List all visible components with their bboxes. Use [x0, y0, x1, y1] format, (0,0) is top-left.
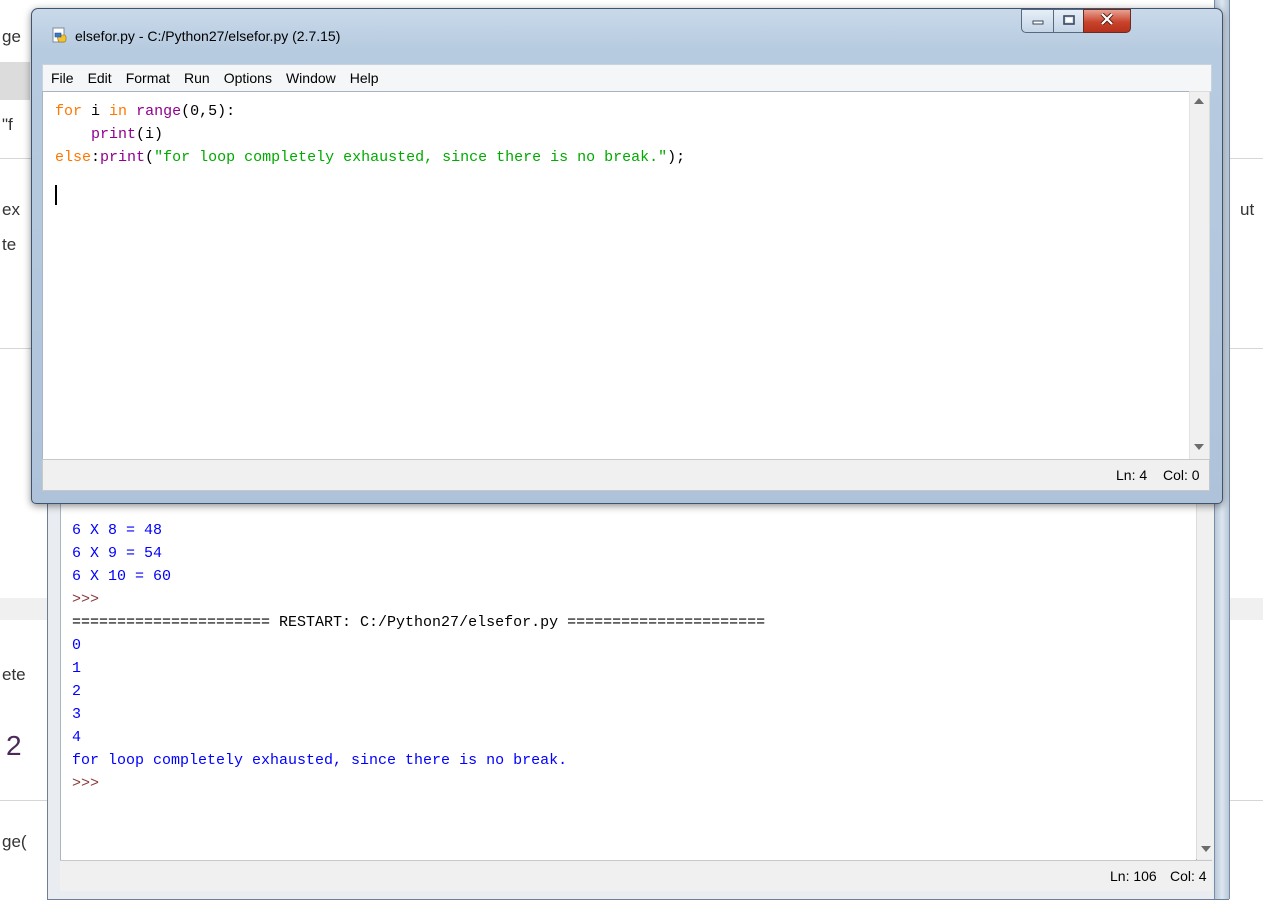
- code-token: (0,5):: [181, 103, 236, 120]
- editor-scrollbar[interactable]: [1189, 91, 1210, 460]
- code-line-2: print(i): [55, 123, 163, 146]
- indent-token: [55, 126, 91, 143]
- keyword-token: for: [55, 103, 83, 120]
- scroll-down-arrow-icon[interactable]: [1194, 444, 1204, 450]
- shell-run-output: 0: [72, 637, 82, 654]
- bg-fragment-8: ge(: [2, 832, 27, 851]
- builtin-token: print: [91, 126, 137, 143]
- keyword-token: in: [109, 103, 128, 120]
- shell-run-output: 2: [72, 683, 82, 700]
- builtin-token: range: [136, 103, 182, 120]
- minimize-button[interactable]: [1021, 9, 1053, 33]
- shell-status-bar: Ln: 106 Col: 4: [60, 860, 1212, 891]
- scroll-up-arrow-icon[interactable]: [1194, 98, 1204, 104]
- shell-run-output: 3: [72, 706, 82, 723]
- editor-status-line: Ln: 4: [1116, 467, 1148, 483]
- python-file-icon: [51, 27, 69, 45]
- minimize-icon: [1032, 12, 1044, 30]
- string-token: "for loop completely exhausted, since th…: [154, 149, 668, 166]
- code-editor[interactable]: for i in range(0,5): print(i) else:print…: [42, 91, 1190, 460]
- shell-status-line: Ln: 106: [1110, 868, 1157, 884]
- shell-output-line: 6 X 10 = 60: [72, 568, 172, 585]
- code-token: (i): [136, 126, 164, 143]
- menu-run[interactable]: Run: [176, 70, 216, 86]
- shell-scrollbar[interactable]: [1196, 490, 1214, 859]
- editor-window: elsefor.py - C:/Python27/elsefor.py (2.7…: [31, 8, 1223, 504]
- menu-bar: File Edit Format Run Options Window Help: [42, 64, 1212, 92]
- maximize-icon: [1062, 12, 1075, 30]
- shell-output-area[interactable]: 6 X 7 = 42 6 X 8 = 48 6 X 9 = 54 6 X 10 …: [60, 490, 1197, 861]
- maximize-button[interactable]: [1053, 9, 1083, 33]
- shell-run-output: for loop completely exhausted, since the…: [72, 752, 568, 769]
- bg-fragment-7: 2: [6, 730, 22, 761]
- close-button[interactable]: [1083, 9, 1131, 33]
- editor-status-bar: Ln: 4 Col: 0: [42, 459, 1210, 491]
- bg-fragment-1: ge: [2, 27, 21, 46]
- bg-band-top: [0, 62, 30, 100]
- shell-status-col: Col: 4: [1170, 868, 1207, 884]
- keyword-token: else: [55, 149, 92, 166]
- menu-options[interactable]: Options: [216, 70, 278, 86]
- bg-fragment-6: ete: [2, 665, 26, 684]
- bg-fragment-2: "f: [2, 115, 13, 134]
- code-token: :: [91, 149, 101, 166]
- menu-window[interactable]: Window: [278, 70, 342, 86]
- shell-restart-line: ====================== RESTART: C:/Pytho…: [72, 614, 766, 631]
- window-title: elsefor.py - C:/Python27/elsefor.py (2.7…: [75, 28, 341, 44]
- close-icon: [1100, 12, 1114, 30]
- builtin-token: print: [100, 149, 146, 166]
- menu-edit[interactable]: Edit: [80, 70, 118, 86]
- shell-output-line: 6 X 9 = 54: [72, 545, 163, 562]
- menu-format[interactable]: Format: [118, 70, 176, 86]
- shell-run-output: 4: [72, 729, 82, 746]
- editor-status-col: Col: 0: [1163, 467, 1200, 483]
- code-line-1: for i in range(0,5):: [55, 100, 235, 123]
- shell-output-line: 6 X 8 = 48: [72, 522, 163, 539]
- bg-fragment-3: ex: [2, 200, 20, 219]
- code-token: );: [667, 149, 686, 166]
- text-cursor: [55, 185, 57, 205]
- menu-file[interactable]: File: [43, 70, 80, 86]
- code-token: i: [82, 103, 110, 120]
- code-line-3: else:print("for loop completely exhauste…: [55, 146, 685, 169]
- menu-help[interactable]: Help: [342, 70, 385, 86]
- bg-fragment-5: ut: [1240, 200, 1255, 219]
- bg-fragment-4: te: [2, 235, 17, 254]
- shell-run-output: 1: [72, 660, 82, 677]
- shell-final-prompt: >>>: [72, 775, 100, 792]
- scroll-down-arrow-icon[interactable]: [1201, 846, 1211, 852]
- code-token: (: [145, 149, 155, 166]
- shell-prompt: >>>: [72, 591, 100, 608]
